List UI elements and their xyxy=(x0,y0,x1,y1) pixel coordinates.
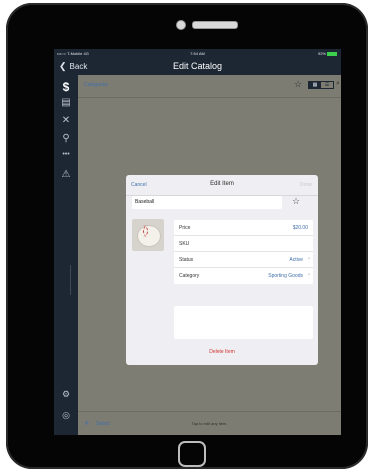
edit-item-dialog: Cancel Edit Item Done Baseball ☆ Price $… xyxy=(126,175,318,365)
home-button[interactable] xyxy=(178,441,206,467)
item-photo[interactable] xyxy=(132,219,164,251)
delete-item-button[interactable]: Delete Item xyxy=(126,349,318,355)
price-value[interactable]: $20.00 xyxy=(293,225,308,231)
item-notes-field[interactable] xyxy=(174,306,313,339)
sku-row[interactable]: SKU xyxy=(174,236,313,252)
status-value: Active xyxy=(289,257,303,263)
item-name-input[interactable]: Baseball xyxy=(132,196,282,209)
category-value: Sporting Goods xyxy=(268,273,303,279)
star-icon[interactable]: ☆ xyxy=(292,196,300,207)
price-row[interactable]: Price $20.00 xyxy=(174,220,313,236)
front-camera xyxy=(176,20,186,30)
clock-text: 7:54 AM xyxy=(190,51,205,56)
catalog-content: Categories ☆ ▦ ☰ ⌕ + Select Tap to edit … xyxy=(78,75,341,435)
sku-label: SKU xyxy=(179,241,190,247)
battery-percent: 92% xyxy=(317,51,326,56)
view-toggle[interactable]: ▦ ☰ xyxy=(308,81,334,89)
battery-indicator: 92% xyxy=(318,51,337,56)
dialog-header: Cancel Edit Item Done xyxy=(126,175,318,196)
navigation-bar: ❮ Back Edit Catalog xyxy=(54,58,341,74)
categories-link[interactable]: Categories xyxy=(84,82,108,88)
category-row[interactable]: Category Sporting Goods › xyxy=(174,268,313,284)
catalog-header: Categories ☆ ▦ ☰ ⌕ xyxy=(78,75,341,98)
star-icon[interactable]: ☆ xyxy=(294,79,302,90)
sidebar-resize-handle[interactable] xyxy=(70,265,73,295)
dialog-title: Edit Item xyxy=(210,181,234,187)
bottom-toolbar: + Select Tap to edit any item. xyxy=(78,411,341,435)
status-bar: •••○○ T-Mobile 4G 7:54 AM 92% xyxy=(54,49,341,58)
app-screen: •••○○ T-Mobile 4G 7:54 AM 92% ❮ Back Edit… xyxy=(54,49,341,435)
tablet-frame: •••○○ T-Mobile 4G 7:54 AM 92% ❮ Back Edit… xyxy=(6,3,368,469)
done-button[interactable]: Done xyxy=(300,182,312,188)
tools-icon[interactable]: ✕ xyxy=(57,115,75,126)
dollar-icon[interactable]: $ xyxy=(57,80,75,94)
status-label: Status xyxy=(179,257,194,263)
grid-view-icon[interactable]: ▦ xyxy=(309,82,321,88)
item-details-form: Price $20.00 SKU Status Active › Categor… xyxy=(174,220,313,284)
list-view-icon[interactable]: ☰ xyxy=(321,82,333,88)
page-title: Edit Catalog xyxy=(172,61,223,71)
status-row[interactable]: Status Active › xyxy=(174,252,313,268)
register-icon[interactable]: ▤ xyxy=(57,97,75,108)
tap-hint-text: Tap to edit any item. xyxy=(191,421,228,426)
battery-icon xyxy=(327,51,337,56)
search-icon[interactable]: ⌕ xyxy=(336,80,340,88)
help-icon[interactable]: ◎ xyxy=(57,410,75,421)
category-label: Category xyxy=(179,273,200,279)
chevron-right-icon: › xyxy=(308,272,310,278)
price-label: Price xyxy=(179,225,191,231)
sidebar: $ ▤ ✕ ⚲ ••• ⚠ ⚙ ◎ xyxy=(54,75,78,435)
location-pin-icon[interactable]: ⚲ xyxy=(57,133,75,144)
earpiece-speaker xyxy=(192,21,238,29)
warning-icon[interactable]: ⚠ xyxy=(57,169,75,180)
gear-icon[interactable]: ⚙ xyxy=(57,389,75,400)
chevron-right-icon: › xyxy=(308,256,310,262)
more-icon[interactable]: ••• xyxy=(57,151,75,158)
baseball-seam xyxy=(143,225,153,237)
